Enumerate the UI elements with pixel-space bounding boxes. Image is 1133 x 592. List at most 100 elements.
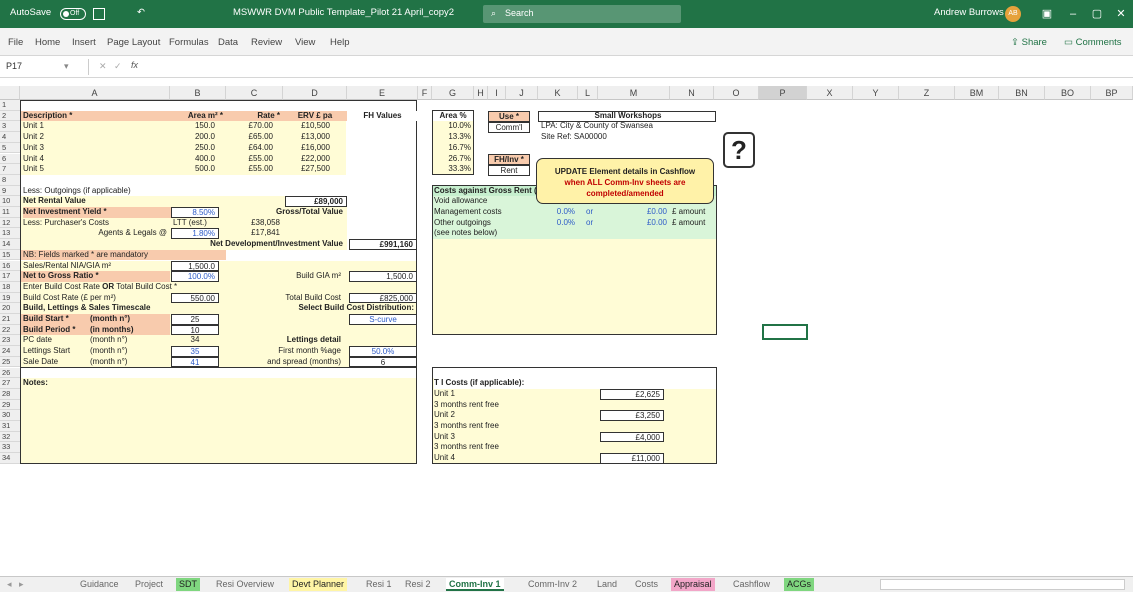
col-header-a[interactable]: A: [20, 86, 170, 100]
row-header[interactable]: 12: [0, 217, 20, 229]
agents-pct[interactable]: 1.80%: [171, 228, 219, 240]
tab-scroll-right-icon[interactable]: ▸: [16, 578, 27, 591]
row-header[interactable]: 6: [0, 153, 20, 165]
sheet-tab-acgs[interactable]: ACGs: [784, 578, 815, 591]
row-header[interactable]: 30: [0, 410, 20, 421]
select-all-corner[interactable]: [0, 86, 20, 100]
ti-value[interactable]: £3,250: [600, 410, 664, 421]
col-header-bm[interactable]: BM: [955, 86, 999, 100]
row-header[interactable]: 15: [0, 249, 20, 261]
row-header[interactable]: 20: [0, 303, 20, 314]
row-header[interactable]: 24: [0, 346, 20, 357]
row-header[interactable]: 31: [0, 421, 20, 432]
ti-value[interactable]: £11,000: [600, 453, 664, 464]
unit-rate[interactable]: £55.00: [226, 164, 276, 175]
sheet-tab-resi-overview[interactable]: Resi Overview: [213, 578, 277, 591]
col-header-y[interactable]: Y: [853, 86, 899, 100]
share-button[interactable]: ⇪ Share: [1011, 37, 1047, 48]
sheet-tab-guidance[interactable]: Guidance: [77, 578, 122, 591]
sheet-tab-resi-2[interactable]: Resi 2: [402, 578, 434, 591]
cancel-icon[interactable]: ✕: [99, 61, 107, 72]
build-start-value[interactable]: 25: [171, 314, 219, 325]
sheet-tab-comm-inv-1[interactable]: Comm-Inv 1: [446, 578, 504, 591]
row-header[interactable]: 1: [0, 100, 20, 111]
col-header-b[interactable]: B: [170, 86, 226, 100]
row-header[interactable]: 34: [0, 453, 20, 464]
bcr-value[interactable]: 550.00: [171, 292, 219, 304]
avatar[interactable]: AB: [1005, 6, 1021, 22]
row-header[interactable]: 23: [0, 335, 20, 347]
unit-rate[interactable]: £65.00: [226, 132, 276, 143]
unit-area[interactable]: 150.0: [170, 121, 218, 132]
row-header[interactable]: 33: [0, 442, 20, 454]
use-value[interactable]: Comm'l: [488, 122, 530, 133]
row-header[interactable]: 8: [0, 174, 20, 186]
col-header-bp[interactable]: BP: [1091, 86, 1133, 100]
autosave-toggle[interactable]: Off: [60, 8, 86, 20]
row-header[interactable]: 27: [0, 378, 20, 389]
col-header-p[interactable]: P: [759, 86, 807, 100]
row-header[interactable]: 29: [0, 399, 20, 411]
sheet-tab-project[interactable]: Project: [132, 578, 166, 591]
col-header-o[interactable]: O: [714, 86, 759, 100]
cost-pct[interactable]: 0.0%: [538, 218, 578, 229]
unit-rate[interactable]: £70.00: [226, 121, 276, 132]
col-header-g[interactable]: G: [432, 86, 474, 100]
cost-amount[interactable]: £0.00: [598, 207, 670, 218]
row-header[interactable]: 13: [0, 228, 20, 240]
unit-area[interactable]: 500.0: [170, 164, 218, 175]
fx-icon[interactable]: fx: [131, 60, 138, 70]
tab-data[interactable]: Data: [218, 37, 238, 48]
worksheet-grid[interactable]: A B C D E F G H I J K L M N O P X Y Z BM…: [0, 78, 1133, 576]
unit-area[interactable]: 200.0: [170, 132, 218, 143]
ribbon-display-icon[interactable]: ▣: [1038, 5, 1056, 23]
tab-insert[interactable]: Insert: [72, 37, 96, 48]
tab-file[interactable]: File: [8, 37, 23, 48]
ntg-value[interactable]: 100.0%: [171, 271, 219, 282]
selected-cell-p17[interactable]: [762, 324, 808, 340]
row-header[interactable]: 11: [0, 207, 20, 218]
tbc-value[interactable]: £825,000: [349, 292, 417, 304]
col-header-n[interactable]: N: [670, 86, 714, 100]
tab-home[interactable]: Home: [35, 37, 60, 48]
col-header-j[interactable]: J: [506, 86, 538, 100]
row-header[interactable]: 32: [0, 431, 20, 443]
niy-value[interactable]: 8.50%: [171, 207, 219, 218]
lettings-start-value[interactable]: 35: [171, 346, 219, 357]
enter-icon[interactable]: ✓: [114, 61, 122, 72]
ti-value[interactable]: £4,000: [600, 431, 664, 443]
fhinv-value[interactable]: Rent: [488, 165, 530, 176]
unit-rate[interactable]: £64.00: [226, 143, 276, 154]
col-header-d[interactable]: D: [283, 86, 347, 100]
row-header[interactable]: 5: [0, 142, 20, 154]
sheet-tab-cashflow[interactable]: Cashflow: [730, 578, 773, 591]
row-header[interactable]: 4: [0, 132, 20, 143]
tab-review[interactable]: Review: [251, 37, 282, 48]
tab-view[interactable]: View: [295, 37, 315, 48]
sheet-tab-resi-1[interactable]: Resi 1: [363, 578, 395, 591]
row-header[interactable]: 2: [0, 110, 20, 122]
ti-value[interactable]: £2,625: [600, 388, 664, 400]
name-box-dropdown-icon[interactable]: ▾: [64, 61, 69, 72]
spread-value[interactable]: 6: [349, 356, 417, 368]
cost-pct[interactable]: 0.0%: [538, 207, 578, 218]
close-button[interactable]: ✕: [1112, 5, 1130, 23]
unit-area[interactable]: 250.0: [170, 143, 218, 154]
minimize-button[interactable]: –: [1064, 5, 1082, 23]
row-header[interactable]: 10: [0, 196, 20, 207]
name-box[interactable]: P17: [6, 61, 22, 71]
sales-nia-value[interactable]: 1,500.0: [171, 260, 219, 272]
sheet-tab-land[interactable]: Land: [594, 578, 620, 591]
tab-formulas[interactable]: Formulas: [169, 37, 209, 48]
first-month-value[interactable]: 50.0%: [349, 346, 417, 357]
row-header[interactable]: 16: [0, 260, 20, 272]
horizontal-scrollbar[interactable]: [880, 579, 1125, 590]
search-input[interactable]: ⌕ Search: [483, 5, 681, 23]
row-header[interactable]: 21: [0, 314, 20, 325]
row-header[interactable]: 28: [0, 388, 20, 400]
col-header-m[interactable]: M: [598, 86, 670, 100]
cost-amount[interactable]: £0.00: [598, 218, 670, 229]
undo-icon[interactable]: ↶: [137, 7, 145, 18]
tab-page-layout[interactable]: Page Layout: [107, 37, 160, 48]
tab-scroll-left-icon[interactable]: ◂: [4, 578, 15, 591]
